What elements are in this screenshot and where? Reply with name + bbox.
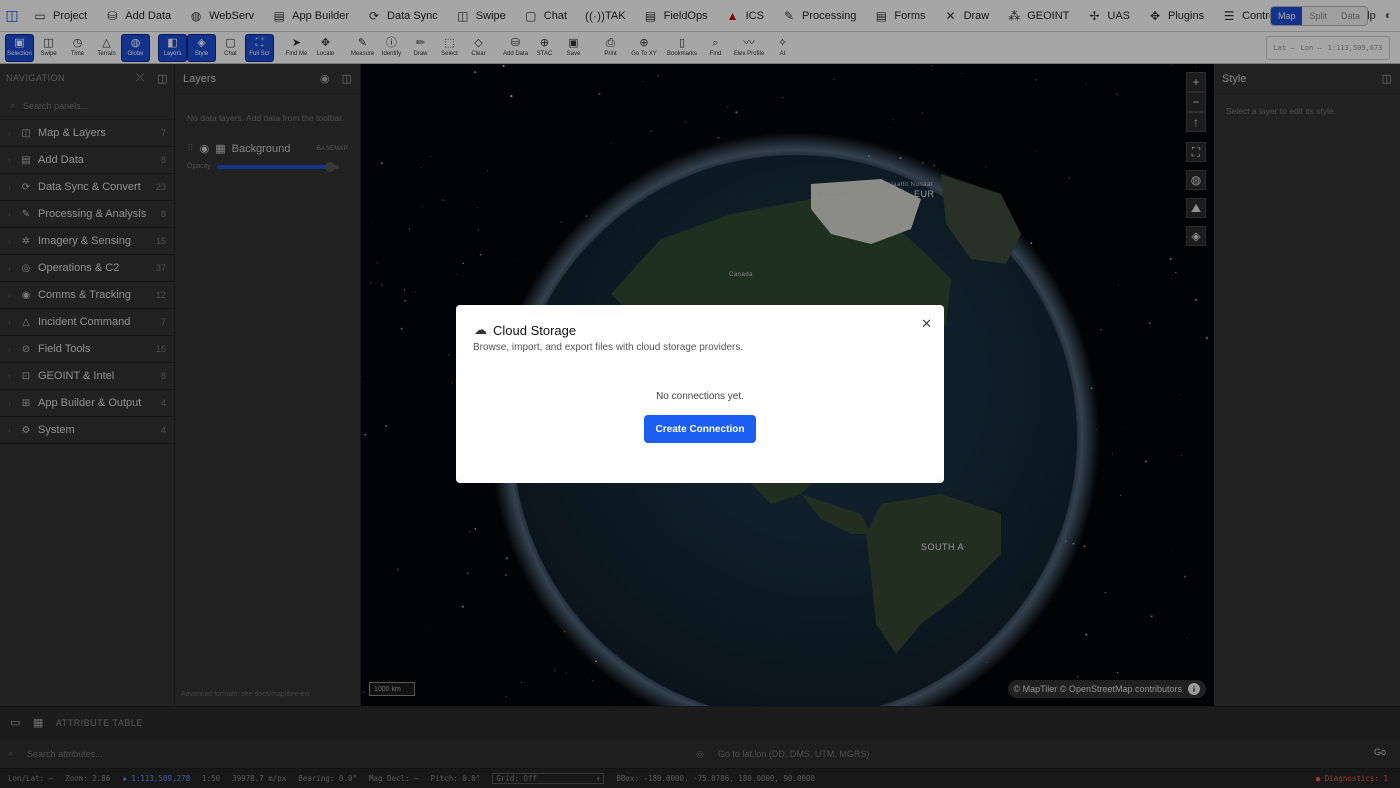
close-icon[interactable]: ✕ — [921, 316, 932, 332]
create-connection-button[interactable]: Create Connection — [644, 415, 756, 443]
dialog-empty-text: No connections yet. — [656, 391, 744, 402]
dialog-title-text: Cloud Storage — [493, 322, 577, 338]
dialog-description: Browse, import, and export files with cl… — [473, 342, 744, 353]
app-root: ◫ ▭ Project ⛁ Add Data ◍ WebServ ▤ App Builder ⟳… — [0, 0, 1400, 788]
cloud-storage-dialog: ☁ Cloud Storage Browse, import, and expo… — [456, 305, 944, 483]
dialog-title: ☁ Cloud Storage — [474, 322, 576, 338]
cloud-icon: ☁ — [474, 322, 487, 337]
modal-overlay[interactable]: ☁ Cloud Storage Browse, import, and expo… — [0, 0, 1400, 788]
